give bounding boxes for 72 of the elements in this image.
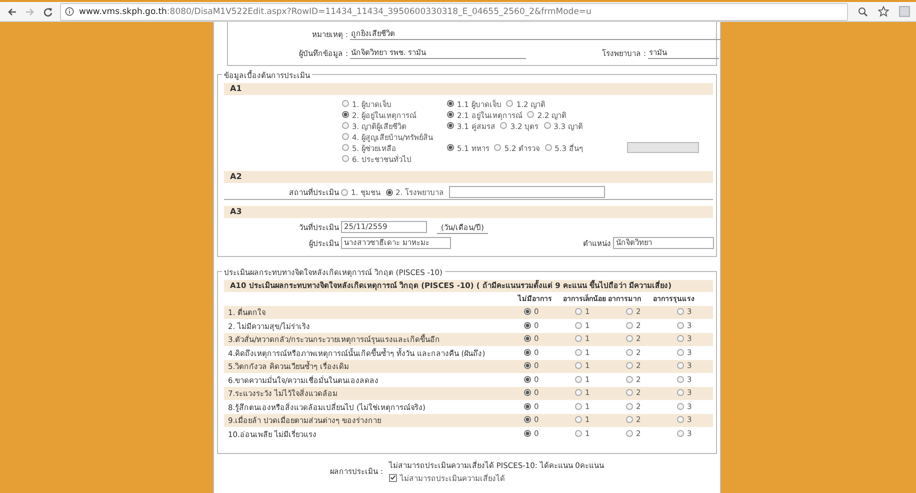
radio-button[interactable] (342, 100, 349, 107)
radio-button[interactable] (677, 376, 684, 383)
radio-button[interactable] (626, 389, 633, 396)
zoom-icon[interactable] (858, 6, 868, 16)
radio-button[interactable] (524, 389, 531, 396)
radio-button[interactable] (447, 122, 454, 129)
radio-button[interactable] (677, 348, 684, 356)
radio-button[interactable] (524, 308, 531, 316)
radio-button[interactable] (575, 348, 582, 356)
radio-button[interactable] (677, 322, 684, 329)
info-icon[interactable] (65, 7, 74, 16)
radio-button[interactable] (677, 416, 684, 424)
address-bar[interactable]: www.vms.skph.go.th:8080/DisaM1V522Edit.aspx?RowID=11434_11434_3950600330318_E_04655_2560_2&frmMode=u (60, 2, 848, 20)
radio-button[interactable] (524, 348, 531, 356)
radio-button[interactable] (575, 389, 582, 396)
radio-button[interactable] (386, 188, 393, 196)
extension-icon[interactable] (899, 6, 910, 17)
radio-button[interactable] (677, 389, 684, 396)
back-icon[interactable] (6, 6, 18, 18)
radio-button[interactable] (447, 100, 454, 107)
radio-button[interactable] (626, 362, 633, 370)
radio-button[interactable] (575, 376, 582, 383)
radio-button[interactable] (524, 416, 531, 424)
radio-button[interactable] (447, 111, 454, 118)
radio-button[interactable] (575, 402, 582, 410)
radio-button[interactable] (544, 122, 551, 129)
section-header: A1 (224, 83, 713, 95)
radio-button[interactable] (342, 122, 349, 129)
radio-button[interactable] (494, 144, 502, 151)
radio-button[interactable] (626, 308, 633, 316)
url-path: :8080/DisaM1V522Edit.aspx?RowID=11434_11434_3950600330318_E_04655_2560_2&frmMode=u (166, 6, 592, 16)
radio-button[interactable] (677, 430, 684, 437)
radio-button[interactable] (575, 416, 582, 424)
radio-button[interactable] (677, 308, 684, 316)
radio-button[interactable] (626, 402, 633, 410)
checkbox[interactable] (388, 474, 397, 482)
radio-button[interactable] (500, 122, 508, 129)
radio-button[interactable] (342, 133, 349, 140)
radio-button[interactable] (626, 416, 633, 424)
reload-icon[interactable] (42, 6, 54, 18)
radio-button[interactable] (626, 335, 633, 342)
radio-button[interactable] (524, 335, 531, 342)
radio-button[interactable] (544, 144, 552, 151)
radio-button[interactable] (575, 308, 582, 316)
radio-button[interactable] (626, 322, 633, 329)
radio-button[interactable] (524, 430, 531, 437)
radio-button[interactable] (626, 430, 633, 437)
place-input-field[interactable] (449, 186, 606, 198)
section-header: A2 (224, 171, 713, 183)
radio-button[interactable] (524, 376, 531, 383)
radio-button[interactable] (626, 376, 633, 383)
radio-button[interactable] (626, 348, 633, 356)
radio-button[interactable] (575, 362, 582, 370)
radio-button[interactable] (341, 188, 348, 196)
radio-button[interactable] (524, 322, 531, 329)
radio-button[interactable] (447, 144, 454, 151)
radio-button[interactable] (575, 322, 582, 329)
radio-button[interactable] (524, 362, 531, 370)
radio-button[interactable] (575, 335, 582, 342)
radio-button[interactable] (506, 100, 514, 107)
star-icon[interactable] (878, 6, 889, 17)
radio-button[interactable] (342, 144, 349, 151)
url-host: www.vms.skph.go.th (79, 6, 167, 16)
radio-button[interactable] (527, 111, 534, 118)
radio-button[interactable] (342, 111, 349, 118)
radio-button[interactable] (524, 402, 531, 410)
section-header: A3 (224, 206, 713, 218)
radio-button[interactable] (677, 362, 684, 370)
radio-button[interactable] (677, 335, 684, 342)
radio-button[interactable] (342, 155, 349, 162)
radio-button[interactable] (677, 402, 684, 410)
radio-button[interactable] (575, 430, 582, 437)
